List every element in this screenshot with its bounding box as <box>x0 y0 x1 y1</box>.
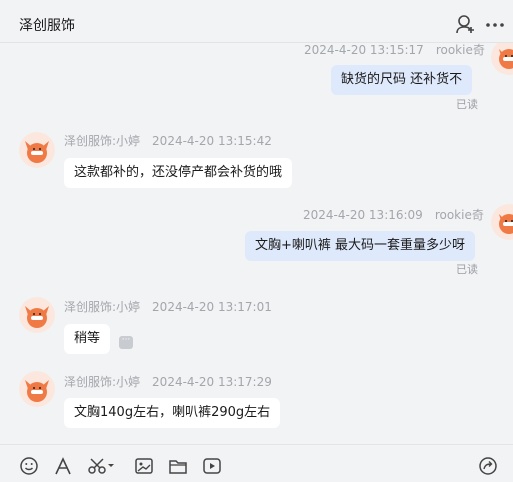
share-icon[interactable] <box>478 456 498 476</box>
message-sender: rookie奇 <box>435 43 485 57</box>
message-sender: 泽创服饰:小婷 <box>64 300 141 314</box>
chat-header: 泽创服饰 <box>0 0 513 43</box>
add-user-icon[interactable] <box>455 14 477 34</box>
chat-title: 泽创服饰 <box>19 18 75 34</box>
message-more-icon[interactable]: ··· <box>119 336 133 349</box>
message-sender: rookie奇 <box>434 208 484 222</box>
message-meta: 2024-4-20 13:16:09 rookie奇 <box>303 206 484 223</box>
message-time: 2024-4-20 13:17:29 <box>152 375 272 389</box>
font-icon[interactable] <box>53 456 73 476</box>
emoji-icon[interactable] <box>19 456 39 476</box>
message-meta: 泽创服饰:小婷 2024-4-20 13:17:29 <box>64 373 272 390</box>
message-time: 2024-4-20 13:15:42 <box>152 134 272 148</box>
message-bubble[interactable]: 文胸140g左右，喇叭裤290g左右 <box>64 398 281 428</box>
message-meta: 泽创服饰:小婷 2024-4-20 13:17:01 <box>64 298 272 315</box>
image-icon[interactable] <box>134 456 154 476</box>
read-status: 已读 <box>456 263 478 276</box>
more-icon[interactable] <box>484 14 506 34</box>
scissors-icon[interactable] <box>87 456 117 476</box>
avatar[interactable] <box>491 204 513 240</box>
avatar[interactable] <box>19 132 55 168</box>
message-bubble[interactable]: 这款都补的，还没停产都会补货的哦 <box>64 158 293 188</box>
message-list[interactable]: 2024-4-20 13:15:17 rookie奇 缺货的尺码 还补货不 已读 … <box>0 43 513 443</box>
message-bubble[interactable]: 缺货的尺码 还补货不 <box>331 65 473 95</box>
message-time: 2024-4-20 13:16:09 <box>303 208 423 222</box>
message-meta: 2024-4-20 13:15:17 rookie奇 <box>304 43 485 58</box>
avatar[interactable] <box>19 371 55 407</box>
message-bubble[interactable]: 稍等 <box>64 324 111 354</box>
message-bubble[interactable]: 文胸+喇叭裤 最大码一套重量多少呀 <box>245 231 476 261</box>
message-time: 2024-4-20 13:15:17 <box>304 43 424 57</box>
video-icon[interactable] <box>202 456 222 476</box>
avatar[interactable] <box>19 297 55 333</box>
message-meta: 泽创服饰:小婷 2024-4-20 13:15:42 <box>64 132 272 149</box>
message-time: 2024-4-20 13:17:01 <box>152 300 272 314</box>
avatar[interactable] <box>491 43 513 75</box>
input-toolbar <box>0 444 513 482</box>
message-sender: 泽创服饰:小婷 <box>64 134 141 148</box>
message-sender: 泽创服饰:小婷 <box>64 375 141 389</box>
folder-icon[interactable] <box>168 456 188 476</box>
read-status: 已读 <box>456 98 478 111</box>
